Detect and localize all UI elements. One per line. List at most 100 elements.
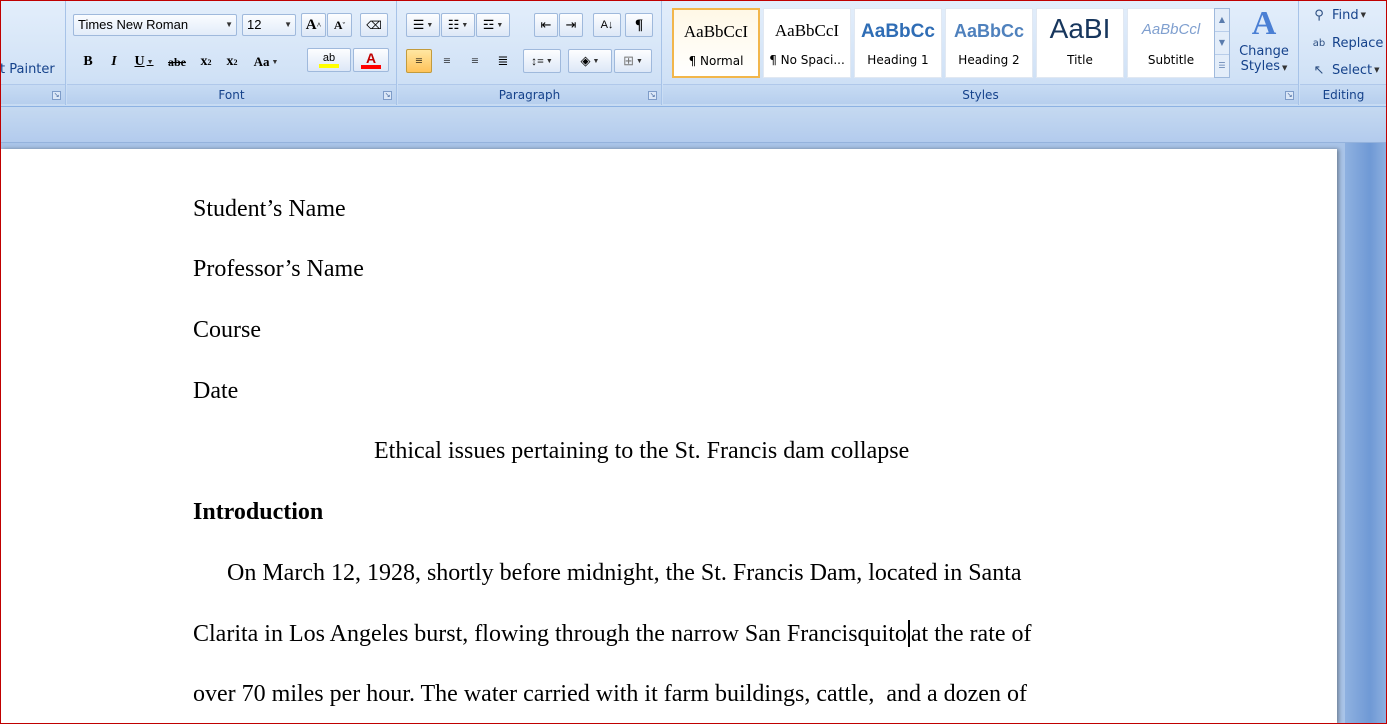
section-heading: Introduction (193, 499, 324, 525)
change-case-button[interactable]: Aa ▼ (247, 50, 285, 74)
style-normal[interactable]: AaBbCcI ¶ Normal (672, 8, 760, 78)
styles-dialog-launcher[interactable]: ↘ (1285, 91, 1294, 100)
increase-indent-icon: ⇥ (565, 17, 577, 32)
paragraph-line-1: On March 12, 1928, shortly before midnig… (227, 560, 1022, 586)
clipboard-dialog-launcher[interactable]: ↘ (52, 91, 61, 100)
find-button[interactable]: ⚲ Find ▼ (1310, 4, 1366, 26)
chevron-down-icon: ▼ (1374, 66, 1380, 74)
superscript-button[interactable]: x2 (221, 50, 243, 74)
binoculars-icon: ⚲ (1314, 7, 1324, 23)
chevron-down-icon: ▼ (146, 58, 154, 66)
style-heading-2-sample: AaBbCc (953, 21, 1024, 41)
font-name-dropdown[interactable]: Times New Roman ▼ (73, 14, 237, 36)
chevron-down-icon: ▼ (496, 21, 504, 29)
font-size-value: 12 (247, 17, 262, 32)
editing-group-label: Editing (1300, 84, 1387, 104)
change-styles-button[interactable]: A Change Styles ▼ (1234, 4, 1294, 82)
essay-title: Ethical issues pertaining to the St. Fra… (374, 438, 910, 464)
bold-label: B (83, 54, 93, 69)
align-center-button[interactable]: ≡ (434, 49, 460, 73)
change-styles-label-2-text: Styles (1240, 59, 1281, 74)
change-styles-icon: A (1251, 5, 1277, 42)
style-heading-2[interactable]: AaBbCc Heading 2 (945, 8, 1033, 78)
ruler-band (0, 107, 1387, 143)
chevron-down-icon: ▼ (426, 21, 434, 29)
underline-label: U (134, 54, 145, 69)
paragraph-group: ☰ ▼ ☷ ▼ ☲ ▼ ⇤ ⇥ A↓ ¶ ≡ ≡ ≡ ≣ ↕≡ ▼ ◈ ▼ ⊞ … (398, 0, 662, 105)
style-heading-1[interactable]: AaBbCc Heading 1 (854, 8, 942, 78)
border-grid-icon: ⊞ (623, 53, 634, 68)
gallery-more-icon[interactable]: ☰ (1215, 55, 1229, 78)
bullets-button[interactable]: ☰ ▼ (406, 13, 440, 37)
select-label: Select (1332, 62, 1373, 78)
font-dialog-launcher[interactable]: ↘ (383, 91, 392, 100)
subscript-button[interactable]: x2 (195, 50, 217, 74)
eraser-icon: ⌫ (366, 19, 382, 32)
chevron-down-icon: ▼ (1360, 11, 1367, 19)
style-subtitle-sample: AaBbCcl (1141, 21, 1201, 38)
chevron-down-icon: ▼ (225, 20, 233, 29)
text-cursor (907, 620, 910, 647)
replace-button[interactable]: ab Replace (1310, 32, 1384, 54)
font-group: Times New Roman ▼ 12 ▼ A ^ Aˇ ⌫ B I U ▼ ab… (67, 0, 397, 105)
grow-font-button[interactable]: A ^ (301, 13, 326, 37)
document-page[interactable]: Student’s Name Professor’s Name Course D… (0, 149, 1337, 724)
italic-button[interactable]: I (103, 50, 125, 74)
font-size-dropdown[interactable]: 12 ▼ (242, 14, 296, 36)
bullet-list-icon: ☰ (412, 17, 425, 32)
pilcrow-icon: ¶ (634, 16, 644, 33)
style-no-spacing-label: ¶ No Spaci... (769, 53, 845, 67)
chevron-down-icon: ▼ (284, 20, 292, 29)
gallery-down-arrow-icon[interactable]: ▼ (1215, 32, 1229, 55)
align-center-icon: ≡ (443, 53, 451, 68)
underline-button[interactable]: U ▼ (129, 50, 159, 74)
vertical-scrollbar[interactable] (1345, 143, 1387, 724)
decrease-indent-button[interactable]: ⇤ (534, 13, 558, 37)
shrink-font-label: A (333, 17, 343, 32)
chevron-down-icon: ▼ (461, 21, 469, 29)
chevron-down-icon: ▼ (1282, 64, 1288, 72)
font-color-bar (361, 65, 381, 69)
highlight-button[interactable]: ab (307, 48, 351, 72)
style-no-spacing[interactable]: AaBbCcI ¶ No Spaci... (763, 8, 851, 78)
shrink-font-button[interactable]: Aˇ (327, 13, 352, 37)
format-painter-button[interactable]: t Painter (0, 62, 55, 77)
replace-icon: ab (1312, 37, 1326, 49)
font-color-button[interactable]: A (353, 48, 389, 72)
style-subtitle[interactable]: AaBbCcl Subtitle (1127, 8, 1215, 78)
highlight-color-bar (319, 64, 339, 68)
multilevel-list-button[interactable]: ☲ ▼ (476, 13, 510, 37)
paragraph-line-2-before-cursor: Clarita in Los Angeles burst, flowing th… (193, 621, 907, 647)
shading-button[interactable]: ◈ ▼ (568, 49, 612, 73)
font-group-label: Font (67, 84, 396, 104)
line-spacing-button[interactable]: ↕≡ ▼ (523, 49, 561, 73)
subscript-label: x (200, 54, 208, 69)
format-painter-label: t Painter (0, 62, 55, 77)
paragraph-dialog-launcher[interactable]: ↘ (648, 91, 657, 100)
style-normal-label: ¶ Normal (688, 54, 744, 68)
increase-indent-button[interactable]: ⇥ (559, 13, 583, 37)
bold-button[interactable]: B (77, 50, 99, 74)
numbering-button[interactable]: ☷ ▼ (441, 13, 475, 37)
justify-button[interactable]: ≣ (490, 49, 516, 73)
font-color-label: A (365, 50, 377, 66)
student-name-line: Student’s Name (193, 196, 346, 222)
sort-button[interactable]: A↓ (593, 13, 621, 37)
paragraph-group-label: Paragraph (398, 84, 661, 104)
professor-name-line: Professor’s Name (193, 256, 364, 282)
strikethrough-button[interactable]: abe (163, 50, 191, 74)
change-case-label: Aa (253, 54, 270, 69)
gallery-up-arrow-icon[interactable]: ▲ (1215, 9, 1229, 32)
clear-formatting-button[interactable]: ⌫ (360, 13, 388, 37)
decrease-indent-icon: ⇤ (540, 17, 552, 32)
align-right-button[interactable]: ≡ (462, 49, 488, 73)
style-title[interactable]: AaBI Title (1036, 8, 1124, 78)
replace-label: Replace (1332, 35, 1384, 51)
align-left-button[interactable]: ≡ (406, 49, 432, 73)
show-formatting-button[interactable]: ¶ (625, 13, 653, 37)
highlight-label: ab (322, 52, 336, 64)
style-title-sample: AaBI (1049, 13, 1111, 44)
select-button[interactable]: ↖ Select ▼ (1310, 59, 1380, 81)
borders-button[interactable]: ⊞ ▼ (614, 49, 652, 73)
chevron-down-icon: ▼ (592, 57, 600, 65)
